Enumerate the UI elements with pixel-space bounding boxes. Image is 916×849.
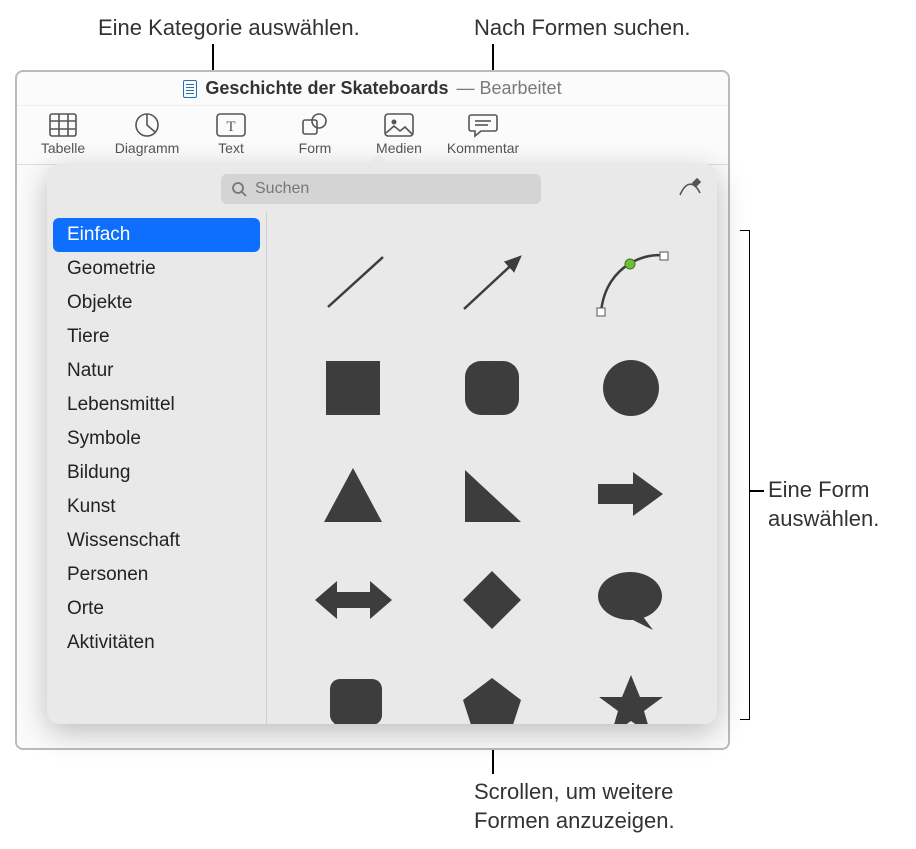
pen-icon	[677, 176, 703, 198]
document-icon	[183, 80, 197, 98]
callout-select-shape: Eine Form auswählen.	[768, 476, 879, 533]
toolbar-button-text[interactable]: T Text	[193, 112, 269, 156]
shape-callout-square[interactable]	[303, 661, 403, 724]
toolbar-label: Diagramm	[115, 140, 180, 156]
shape-pentagon[interactable]	[442, 661, 542, 724]
shape-square[interactable]	[303, 343, 403, 433]
shape-rounded-square[interactable]	[442, 343, 542, 433]
shape-bezier-curve[interactable]	[581, 237, 681, 327]
shape-line[interactable]	[303, 237, 403, 327]
category-item-geometrie[interactable]: Geometrie	[53, 252, 260, 286]
shape-diamond[interactable]	[442, 555, 542, 645]
callout-search-shapes: Nach Formen suchen.	[474, 14, 690, 43]
category-item-tiere[interactable]: Tiere	[53, 320, 260, 354]
category-item-orte[interactable]: Orte	[53, 592, 260, 626]
titlebar: Geschichte der Skateboards — Bearbeitet	[17, 72, 728, 106]
chart-icon	[132, 112, 162, 138]
edited-indicator: — Bearbeitet	[457, 78, 562, 99]
toolbar-button-chart[interactable]: Diagramm	[109, 112, 185, 156]
popover-header: Suchen	[47, 164, 717, 212]
svg-text:T: T	[226, 119, 235, 135]
document-title: Geschichte der Skateboards	[205, 78, 448, 99]
category-item-natur[interactable]: Natur	[53, 354, 260, 388]
category-item-symbole[interactable]: Symbole	[53, 422, 260, 456]
category-item-kunst[interactable]: Kunst	[53, 490, 260, 524]
category-item-bildung[interactable]: Bildung	[53, 456, 260, 490]
callout-select-category: Eine Kategorie auswählen.	[98, 14, 360, 43]
category-sidebar: EinfachGeometrieObjekteTiereNaturLebensm…	[47, 212, 267, 724]
shape-right-triangle[interactable]	[442, 449, 542, 539]
toolbar-button-table[interactable]: Tabelle	[25, 112, 101, 156]
toolbar-label: Form	[299, 140, 332, 156]
toolbar-button-comment[interactable]: Kommentar	[445, 112, 521, 156]
shape-speech-bubble[interactable]	[581, 555, 681, 645]
category-item-wissenschaft[interactable]: Wissenschaft	[53, 524, 260, 558]
shapes-popover: Suchen EinfachGeometrieObjekteTiereNatur…	[47, 164, 717, 724]
popover-body: EinfachGeometrieObjekteTiereNaturLebensm…	[47, 212, 717, 724]
callout-line	[750, 490, 764, 492]
search-input[interactable]: Suchen	[221, 174, 541, 204]
category-item-aktivitäten[interactable]: Aktivitäten	[53, 626, 260, 660]
shape-arrow-right[interactable]	[581, 449, 681, 539]
callout-scroll-more: Scrollen, um weitere Formen anzuzeigen.	[474, 778, 675, 835]
shapes-grid	[267, 212, 717, 724]
shape-circle[interactable]	[581, 343, 681, 433]
shape-icon	[300, 112, 330, 138]
search-icon	[231, 181, 247, 197]
category-item-einfach[interactable]: Einfach	[53, 218, 260, 252]
shape-arrow-line[interactable]	[442, 237, 542, 327]
text-icon: T	[216, 112, 246, 138]
category-item-lebensmittel[interactable]: Lebensmittel	[53, 388, 260, 422]
app-window: Geschichte der Skateboards — Bearbeitet …	[15, 70, 730, 750]
toolbar-button-media[interactable]: Medien	[361, 112, 437, 156]
bracket	[740, 230, 750, 720]
search-placeholder: Suchen	[255, 180, 309, 198]
table-icon	[48, 112, 78, 138]
category-item-objekte[interactable]: Objekte	[53, 286, 260, 320]
shape-star[interactable]	[581, 661, 681, 724]
toolbar-label: Text	[218, 140, 244, 156]
toolbar-button-shape[interactable]: Form	[277, 112, 353, 156]
draw-shape-button[interactable]	[677, 176, 703, 203]
toolbar-label: Tabelle	[41, 140, 85, 156]
toolbar-label: Kommentar	[447, 140, 519, 156]
shape-double-arrow[interactable]	[303, 555, 403, 645]
shape-triangle[interactable]	[303, 449, 403, 539]
media-icon	[384, 112, 414, 138]
category-item-personen[interactable]: Personen	[53, 558, 260, 592]
comment-icon	[468, 112, 498, 138]
